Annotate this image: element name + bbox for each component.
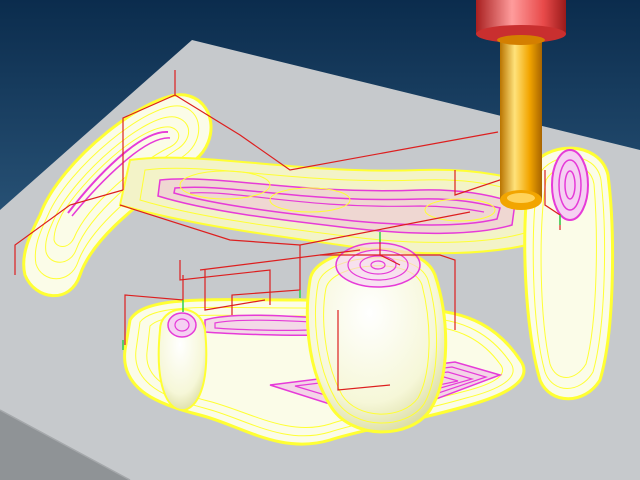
toolpath-scene[interactable]	[0, 0, 640, 480]
cam-3d-viewport[interactable]	[0, 0, 640, 480]
part-central-boss	[305, 242, 448, 434]
part-left-boss	[157, 308, 208, 412]
tool-shank	[500, 40, 542, 200]
